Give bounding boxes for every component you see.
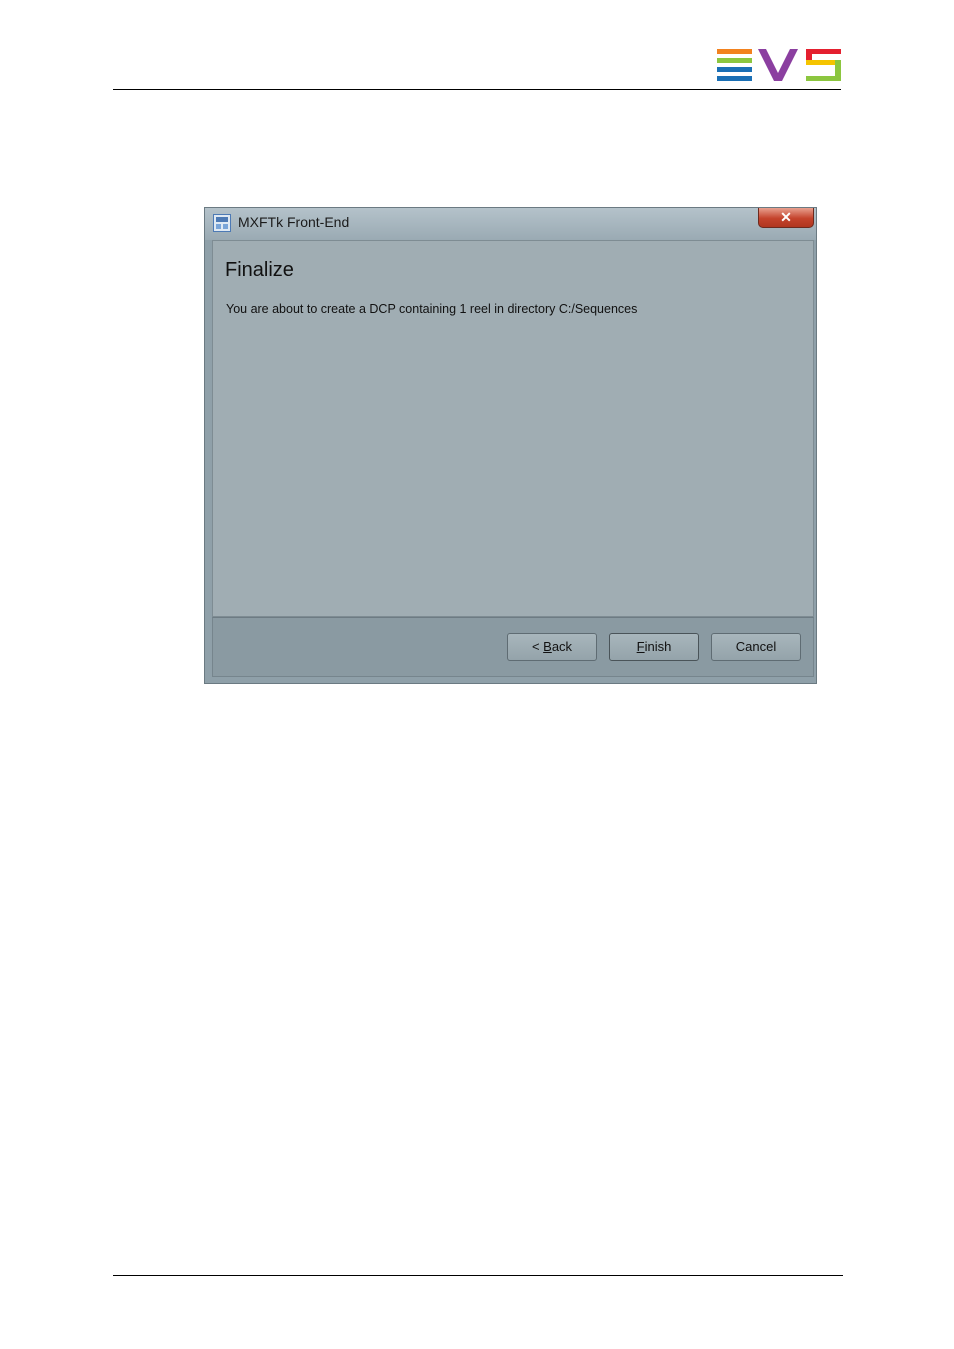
- wizard-window: MXFTk Front-End ✕ Finalize You are about…: [204, 207, 817, 684]
- cancel-label: Cancel: [735, 639, 777, 654]
- back-button[interactable]: < Back: [507, 633, 597, 661]
- header-rule: [113, 89, 841, 90]
- back-label-mnemonic: B: [543, 639, 552, 654]
- back-label-rest: ack: [551, 639, 573, 654]
- app-icon: [213, 214, 231, 232]
- close-icon: ✕: [780, 209, 792, 225]
- window-title: MXFTk Front-End: [238, 214, 350, 230]
- button-bar: < Back Finish Cancel: [212, 617, 814, 677]
- wizard-content: Finalize You are about to create a DCP c…: [212, 240, 814, 617]
- finish-button[interactable]: Finish: [609, 633, 699, 661]
- footer-rule: [113, 1275, 843, 1276]
- finish-label-rest: inish: [644, 639, 672, 654]
- evs-logo: [717, 49, 841, 81]
- title-bar[interactable]: MXFTk Front-End ✕: [205, 208, 816, 240]
- cancel-button[interactable]: Cancel: [711, 633, 801, 661]
- page-title: Finalize: [225, 259, 294, 281]
- back-label-prefix: <: [531, 639, 544, 654]
- summary-message: You are about to create a DCP containing…: [226, 302, 638, 316]
- close-button[interactable]: ✕: [758, 208, 814, 228]
- finish-label-mnemonic: F: [636, 639, 645, 654]
